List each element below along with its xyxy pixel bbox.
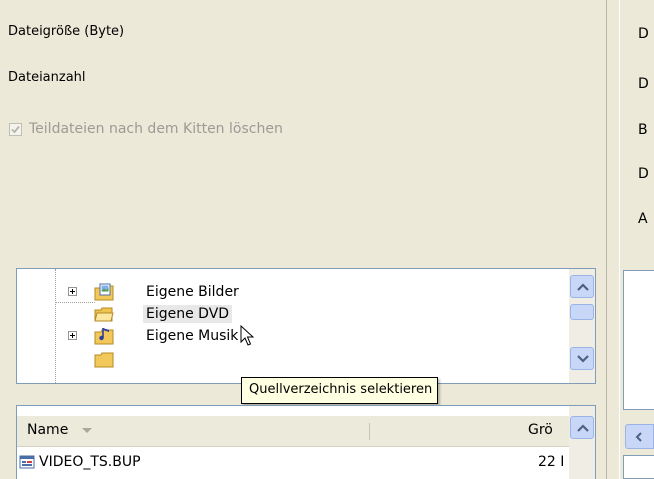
file-list-header: Name Grö xyxy=(17,416,571,447)
column-separator[interactable] xyxy=(369,423,370,440)
checkmark-icon xyxy=(11,125,20,134)
column-header-name[interactable]: Name xyxy=(27,422,93,451)
column-name-label: Name xyxy=(27,422,69,438)
scroll-down-button[interactable] xyxy=(570,347,594,370)
file-row[interactable]: VIDEO_TS.BUP 22 I xyxy=(17,453,571,473)
folder-tree[interactable]: Eigene Bilder Eigene DVD Eigene Musik xyxy=(16,268,596,384)
right-scroll-left-button[interactable] xyxy=(625,424,654,449)
arrow-left-icon xyxy=(635,432,642,442)
expand-icon[interactable] xyxy=(68,287,77,296)
right-label-1: D xyxy=(638,26,649,42)
chevron-up-icon xyxy=(577,424,589,432)
file-icon xyxy=(19,455,35,469)
column-header-size[interactable]: Grö xyxy=(528,422,553,451)
right-label-2: D xyxy=(638,76,649,92)
file-count-label: Dateianzahl xyxy=(8,70,86,85)
right-label-4: D xyxy=(638,166,649,182)
right-panel-box-lower[interactable] xyxy=(623,455,654,479)
panel-splitter[interactable] xyxy=(606,0,620,479)
mouse-cursor-icon xyxy=(240,325,254,346)
delete-parts-checkbox[interactable] xyxy=(9,123,22,136)
file-size: 22 I xyxy=(538,454,565,470)
right-label-5: A xyxy=(638,211,648,227)
file-size-label: Dateigröße (Byte) xyxy=(8,24,125,39)
chevron-down-icon xyxy=(577,355,589,363)
scroll-thumb[interactable] xyxy=(570,304,594,320)
tree-item-eigene-musik[interactable]: Eigene Musik xyxy=(17,325,557,347)
tooltip: Quellverzeichnis selektieren xyxy=(241,377,439,404)
tree-item-label: Eigene Bilder xyxy=(146,284,239,300)
tree-item-eigene-bilder[interactable]: Eigene Bilder xyxy=(17,281,557,303)
list-scroll-up-button[interactable] xyxy=(570,416,594,439)
tree-item-label: Eigene DVD xyxy=(143,305,233,323)
scroll-up-button[interactable] xyxy=(570,275,594,298)
expand-icon[interactable] xyxy=(68,331,77,340)
splitter-line xyxy=(606,0,607,479)
pictures-folder-icon xyxy=(94,282,114,302)
tree-item-label: Eigene Musik xyxy=(146,328,239,344)
folder-icon xyxy=(94,349,114,369)
folder-icon xyxy=(94,304,114,324)
music-folder-icon xyxy=(94,326,114,346)
sort-descending-icon xyxy=(81,428,92,433)
file-name: VIDEO_TS.BUP xyxy=(39,454,141,470)
splitter-highlight xyxy=(619,0,620,479)
delete-parts-label: Teildateien nach dem Kitten löschen xyxy=(29,121,283,137)
right-panel-box[interactable] xyxy=(623,270,654,410)
right-label-3: B xyxy=(638,122,648,138)
tree-item-partial[interactable] xyxy=(17,347,557,369)
chevron-up-icon xyxy=(577,283,589,291)
file-list[interactable]: Name Grö VIDEO_TS.BUP 22 I xyxy=(16,405,596,479)
tree-item-eigene-dvd[interactable]: Eigene DVD xyxy=(17,303,557,325)
list-scrollbar[interactable] xyxy=(569,406,595,479)
tree-scrollbar[interactable] xyxy=(569,269,595,383)
